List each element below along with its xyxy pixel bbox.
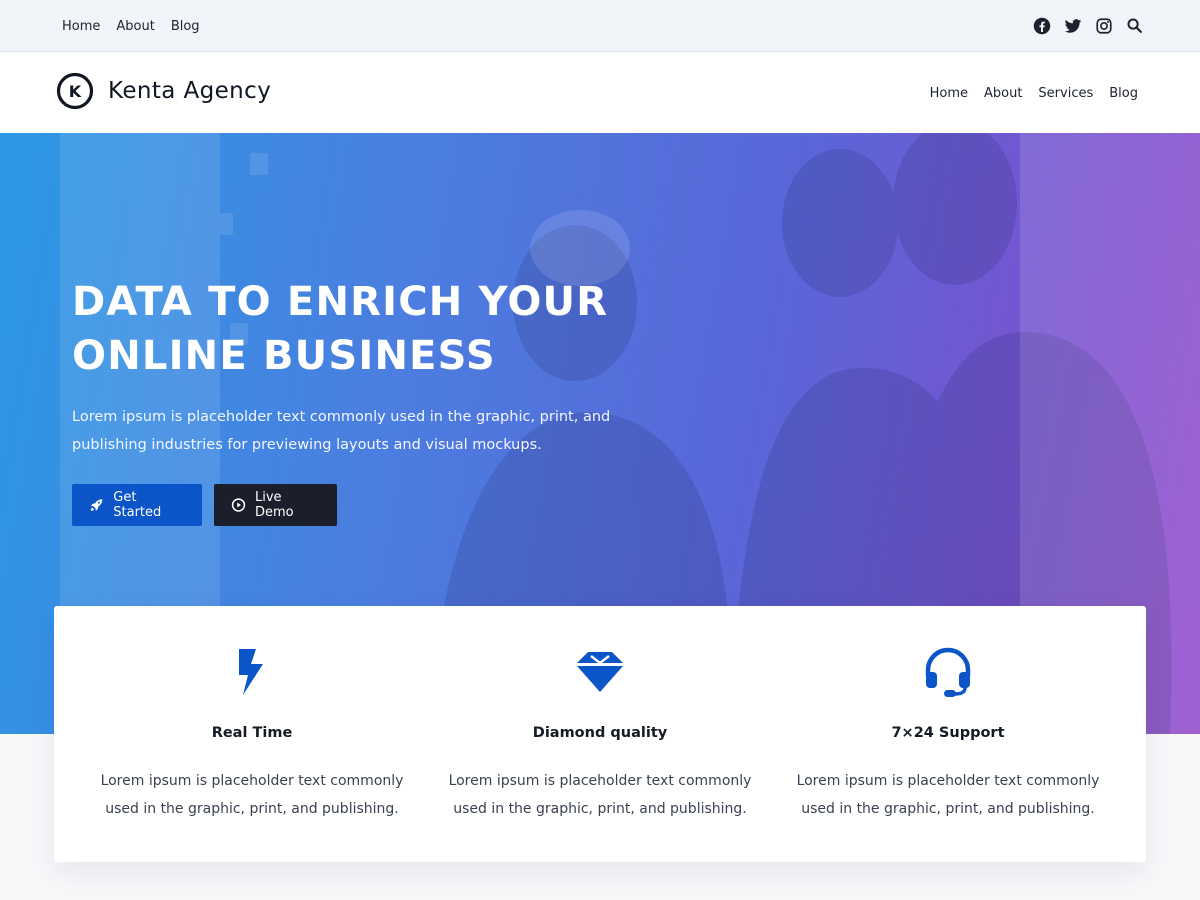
facebook-icon[interactable] [1033,17,1051,35]
top-nav: Home About Blog [62,0,200,52]
hero-description: Lorem ipsum is placeholder text commonly… [72,409,611,453]
hero-title: DATA TO ENRICH YOUR ONLINE BUSINESS [72,275,692,383]
lightning-icon [239,649,263,695]
feature-title: Real Time [211,725,293,741]
nav-blog[interactable]: Blog [1109,86,1138,101]
social-links [1033,0,1144,52]
top-bar: Home About Blog [0,0,1200,52]
live-demo-button[interactable]: Live Demo [214,484,337,526]
main-nav: Home About Services Blog [930,53,1138,133]
brand-name: Kenta Agency [108,78,272,104]
hero-title-line-1: DATA TO ENRICH YOUR [72,279,609,325]
top-nav-about[interactable]: About [116,19,154,34]
nav-about[interactable]: About [984,86,1022,101]
top-nav-home[interactable]: Home [62,19,100,34]
get-started-button[interactable]: Get Started [72,484,202,526]
svg-text:K: K [69,82,82,101]
feature-text: Lorem ipsum is placeholder text commonly… [448,773,752,817]
search-icon[interactable] [1126,17,1144,35]
feature-support: 7×24 Support Lorem ipsum is placeholder … [774,606,1122,862]
top-nav-blog[interactable]: Blog [171,19,200,34]
twitter-icon[interactable] [1064,17,1082,35]
feature-diamond-quality: Diamond quality Lorem ipsum is placehold… [426,606,774,862]
feature-text: Lorem ipsum is placeholder text commonly… [796,773,1100,817]
site-header: K Kenta Agency Home About Services Blog [0,53,1200,133]
nav-home[interactable]: Home [930,86,968,101]
get-started-label: Get Started [113,490,162,520]
feature-title: 7×24 Support [891,725,1005,741]
instagram-icon[interactable] [1095,17,1113,35]
hero-title-line-2: ONLINE BUSINESS [72,333,496,379]
headset-icon [925,647,971,697]
play-circle-icon [231,498,246,512]
rocket-icon [90,499,103,511]
logo-mark-icon: K [56,72,94,110]
nav-services[interactable]: Services [1038,86,1093,101]
features-card: Real Time Lorem ipsum is placeholder tex… [54,606,1146,862]
feature-real-time: Real Time Lorem ipsum is placeholder tex… [78,606,426,862]
diamond-icon [577,652,623,692]
live-demo-label: Live Demo [255,490,294,520]
feature-text: Lorem ipsum is placeholder text commonly… [100,773,404,817]
site-logo[interactable]: K Kenta Agency [56,72,271,110]
feature-title: Diamond quality [532,725,668,741]
